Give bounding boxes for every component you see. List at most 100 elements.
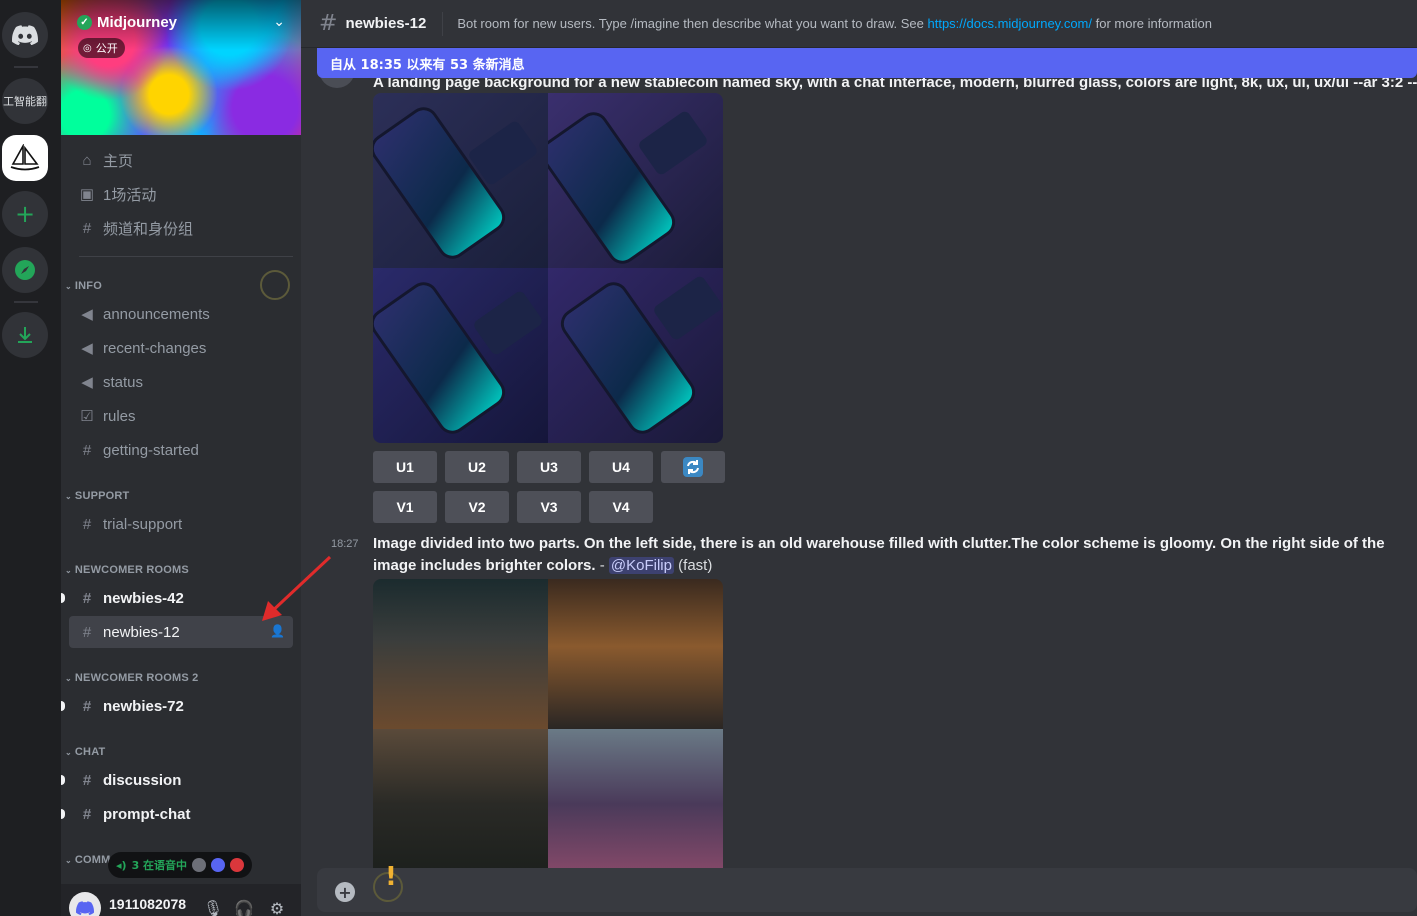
grid-image[interactable] [548, 579, 723, 729]
channel-label: trial-support [103, 515, 183, 533]
nav-channels-roles[interactable]: # 频道和身份组 [69, 212, 293, 244]
channel-getting-started[interactable]: # getting-started [69, 434, 293, 466]
unread-indicator [61, 809, 65, 819]
grid-image[interactable] [373, 268, 548, 443]
warning-icon: ! [385, 862, 397, 892]
category-newcomer-rooms-2[interactable]: ⌄ NEWCOMER ROOMS 2 [65, 672, 199, 684]
message-prompt: Image divided into two parts. On the lef… [373, 535, 1385, 574]
channel-newbies-12[interactable]: # newbies-12 👤 [69, 616, 293, 648]
download-icon [18, 327, 32, 343]
unread-indicator [61, 775, 65, 785]
unread-indicator [61, 593, 65, 603]
verified-icon: ✓ [77, 15, 92, 30]
grid-image[interactable] [548, 93, 723, 268]
sidebar-separator [79, 256, 293, 257]
variation-3-button[interactable]: V3 [517, 491, 581, 523]
message-composer[interactable]: + ! [317, 862, 1417, 912]
user-avatar[interactable] [69, 892, 101, 916]
voice-activity-pill[interactable]: ◂) 3 在语音中 [108, 852, 253, 878]
rail-separator [14, 301, 38, 303]
reroll-button[interactable] [661, 451, 725, 483]
channel-label: recent-changes [103, 339, 207, 357]
sailboat-icon [10, 144, 40, 171]
discord-home-button[interactable] [2, 12, 48, 58]
channel-header: # newbies-12 Bot room for new users. Typ… [301, 0, 1417, 48]
category-chat[interactable]: ⌄ CHAT [65, 746, 105, 758]
unread-indicator [61, 701, 65, 711]
public-badge-label: 公开 [95, 42, 118, 55]
image-grid-1[interactable] [373, 93, 723, 443]
grid-image[interactable] [548, 729, 723, 879]
upscale-1-button[interactable]: U1 [373, 451, 437, 483]
server-name: Midjourney [97, 14, 178, 31]
category-support[interactable]: ⌄ SUPPORT [65, 490, 129, 502]
topic-link[interactable]: https://docs.midjourney.com/ [928, 16, 1093, 31]
download-apps-button[interactable] [2, 312, 48, 358]
mute-mic-icon[interactable]: 🎙 [203, 898, 223, 916]
grid-image[interactable] [373, 579, 548, 729]
explore-servers-button[interactable] [2, 247, 48, 293]
plus-icon: + [14, 200, 36, 228]
voice-avatar [211, 858, 226, 872]
globe-icon: ◎ [83, 42, 92, 54]
grid-image[interactable] [373, 93, 548, 268]
category-newcomer-rooms[interactable]: ⌄ NEWCOMER ROOMS [65, 564, 189, 576]
variation-4-button[interactable]: V4 [589, 491, 653, 523]
server-header[interactable]: ✓ Midjourney [77, 14, 177, 31]
upscale-4-button[interactable]: U4 [589, 451, 653, 483]
channel-prompt-chat[interactable]: # prompt-chat [61, 798, 293, 830]
category-info[interactable]: ⌄ INFO [65, 280, 102, 292]
channel-label: rules [103, 407, 136, 425]
compass-icon [15, 260, 35, 280]
channel-announcements[interactable]: ◀ announcements [69, 298, 293, 330]
channel-status[interactable]: ◀ status [69, 366, 293, 398]
gear-icon[interactable]: ⚙ [267, 898, 287, 916]
new-messages-banner[interactable]: 自从 18:35 以来有 53 条新消息 [317, 48, 1417, 78]
headphones-icon[interactable]: 🎧 [234, 898, 254, 916]
channel-newbies-42[interactable]: # newbies-42 [61, 582, 293, 614]
hash-icon: # [82, 515, 92, 533]
channel-recent-changes[interactable]: ◀ recent-changes [69, 332, 293, 364]
chevron-down-icon[interactable]: ⌄ [273, 14, 285, 30]
calendar-icon: ▣ [79, 186, 95, 203]
channel-trial-support[interactable]: # trial-support [69, 508, 293, 540]
home-icon: ⌂ [82, 151, 92, 169]
attach-plus-icon[interactable]: + [335, 882, 355, 902]
channel-label: newbies-72 [103, 697, 184, 715]
channel-label: discussion [103, 771, 182, 789]
thread-hash-icon: # [82, 697, 92, 715]
invite-user-icon[interactable]: 👤 [270, 624, 285, 638]
upscale-3-button[interactable]: U3 [517, 451, 581, 483]
thread-hash-icon: # [82, 589, 92, 607]
channel-discussion[interactable]: # discussion [61, 764, 293, 796]
image-grid-2[interactable] [373, 579, 723, 879]
refresh-icon [683, 457, 703, 477]
variation-2-button[interactable]: V2 [445, 491, 509, 523]
phone-shape [466, 119, 540, 187]
channel-rules[interactable]: ☑ rules [69, 400, 293, 432]
channel-label: newbies-42 [103, 589, 184, 607]
add-server-button[interactable]: + [2, 191, 48, 237]
category-community[interactable]: ⌄ COMM [65, 854, 111, 866]
server-midjourney-button[interactable] [2, 135, 48, 181]
nav-home[interactable]: ⌂ 主页 [69, 144, 293, 176]
discord-app: 工智能翻 + ✓ Midjourney ⌄ ◎ 公开 ⌂ 主页 ▣ 1场活动 #… [0, 0, 1417, 916]
nav-events[interactable]: ▣ 1场活动 [69, 178, 293, 210]
topic-text: Bot room for new users. Type /imagine th… [457, 16, 928, 31]
phone-shape [651, 274, 723, 342]
discord-logo-icon [12, 25, 38, 45]
grid-image[interactable] [548, 268, 723, 443]
hash-icon: # [319, 11, 338, 36]
channel-topic[interactable]: Bot room for new users. Type /imagine th… [457, 16, 1212, 31]
upscale-2-button[interactable]: U2 [445, 451, 509, 483]
user-mention[interactable]: @KoFilip [608, 557, 674, 574]
server-ai-button[interactable]: 工智能翻 [2, 78, 48, 124]
channel-label: getting-started [103, 441, 199, 459]
phone-shape [373, 280, 507, 436]
channel-newbies-72[interactable]: # newbies-72 [61, 690, 293, 722]
grid-image[interactable] [373, 729, 548, 879]
megaphone-icon: ◀ [81, 306, 93, 323]
variation-1-button[interactable]: V1 [373, 491, 437, 523]
category-info-label: INFO [74, 280, 102, 292]
message-separator: - [595, 557, 609, 574]
